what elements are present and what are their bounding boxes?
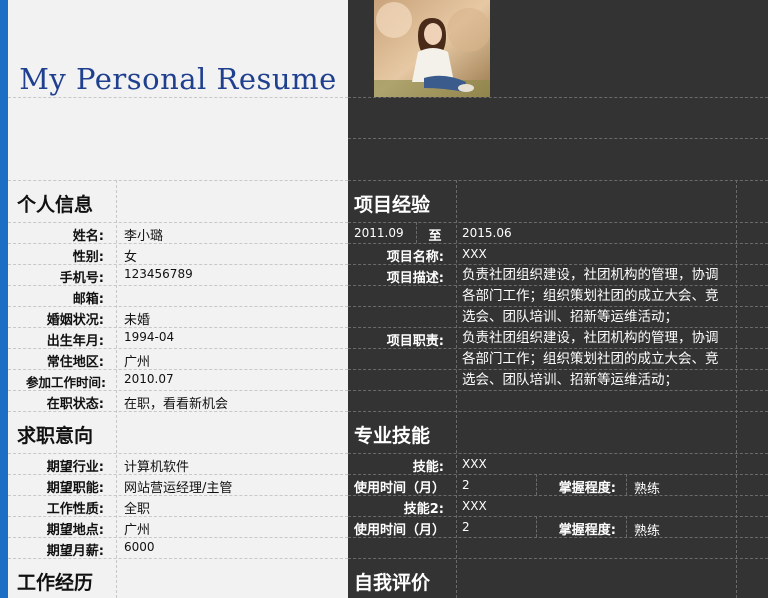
value-job-type[interactable]: 全职 xyxy=(124,498,150,517)
value-phone[interactable]: 123456789 xyxy=(124,267,193,281)
accent-strip xyxy=(0,0,8,598)
grid-line xyxy=(348,411,768,412)
label-email: 邮箱: xyxy=(72,292,104,307)
grid-line xyxy=(348,180,768,181)
grid-line xyxy=(348,453,768,454)
grid-line xyxy=(8,180,348,181)
desc-line: 负责社团组织建设，社团机构的管理，协调 xyxy=(462,267,719,283)
value-project-duty[interactable]: 负责社团组织建设，社团机构的管理，协调 各部门工作；组织策划社团的成立大会、竞 … xyxy=(462,328,762,391)
value-marital[interactable]: 未婚 xyxy=(124,309,150,328)
grid-line xyxy=(348,138,768,139)
duty-line: 负责社团组织建设，社团机构的管理，协调 xyxy=(462,330,719,346)
grid-line xyxy=(8,453,348,454)
value-project-desc[interactable]: 负责社团组织建设，社团机构的管理，协调 各部门工作；组织策划社团的成立大会、竞 … xyxy=(462,265,762,328)
section-personal-info: 个人信息 xyxy=(17,194,94,216)
label-job-type: 工作性质: xyxy=(46,502,104,517)
label-project-name: 项目名称: xyxy=(386,250,444,265)
grid-line xyxy=(8,222,348,223)
value-proficiency-2[interactable]: 熟练 xyxy=(634,520,660,539)
label-project-duty: 项目职责: xyxy=(386,334,444,349)
value-residence[interactable]: 广州 xyxy=(124,351,150,370)
label-job-status: 在职状态: xyxy=(46,397,104,412)
section-project-experience: 项目经验 xyxy=(354,194,431,216)
grid-line xyxy=(348,558,768,559)
section-self-evaluation: 自我评价 xyxy=(354,572,431,594)
project-start-date[interactable]: 2011.09 xyxy=(354,226,404,240)
label-birth: 出生年月: xyxy=(46,334,104,349)
value-gender[interactable]: 女 xyxy=(124,246,137,265)
label-skill-2: 技能2: xyxy=(403,502,444,517)
grid-line xyxy=(416,222,417,243)
grid-line xyxy=(626,516,627,537)
label-name: 姓名: xyxy=(72,229,104,244)
duty-line: 选会、团队培训、招新等运维活动； xyxy=(462,372,678,388)
value-project-name[interactable]: XXX xyxy=(462,247,487,261)
label-industry: 期望行业: xyxy=(46,460,104,475)
label-skill-1: 技能: xyxy=(412,460,444,475)
label-project-desc: 项目描述: xyxy=(386,271,444,286)
grid-line xyxy=(116,180,117,598)
grid-line xyxy=(456,180,457,598)
label-proficiency-2: 掌握程度: xyxy=(558,523,616,538)
left-column: My Personal Resume 个人信息 姓名: 李小璐 性别: 女 手机… xyxy=(8,0,348,598)
grid-line xyxy=(626,474,627,495)
value-proficiency-1[interactable]: 熟练 xyxy=(634,478,660,497)
section-work-history: 工作经历 xyxy=(17,572,94,594)
value-birth[interactable]: 1994-04 xyxy=(124,330,174,344)
value-location[interactable]: 广州 xyxy=(124,519,150,538)
section-job-intent: 求职意向 xyxy=(17,425,94,447)
value-name[interactable]: 李小璐 xyxy=(124,225,163,244)
value-skill-2[interactable]: XXX xyxy=(462,499,487,513)
label-usage-time-2: 使用时间（月） xyxy=(354,523,446,538)
value-work-start[interactable]: 2010.07 xyxy=(124,372,174,386)
label-work-start: 参加工作时间: xyxy=(26,375,106,390)
label-gender: 性别: xyxy=(72,250,104,265)
profile-photo xyxy=(374,0,490,97)
label-residence: 常住地区: xyxy=(46,355,104,370)
value-industry[interactable]: 计算机软件 xyxy=(124,456,189,475)
duty-line: 各部门工作；组织策划社团的成立大会、竞 xyxy=(462,351,719,367)
desc-line: 选会、团队培训、招新等运维活动； xyxy=(462,309,678,325)
grid-line xyxy=(348,97,768,98)
value-salary[interactable]: 6000 xyxy=(124,540,155,554)
grid-line xyxy=(348,222,768,223)
grid-line xyxy=(348,243,768,244)
label-proficiency-1: 掌握程度: xyxy=(558,481,616,496)
label-marital: 婚姻状况: xyxy=(46,313,104,328)
value-usage-time-2[interactable]: 2 xyxy=(462,520,470,534)
label-usage-time-1: 使用时间（月） xyxy=(354,481,446,496)
label-function: 期望职能: xyxy=(46,481,104,496)
grid-line xyxy=(8,97,348,98)
page-title: My Personal Resume xyxy=(19,62,337,96)
label-salary: 期望月薪: xyxy=(46,544,104,559)
project-end-date[interactable]: 2015.06 xyxy=(462,226,512,240)
value-job-status[interactable]: 在职，看看新机会 xyxy=(124,393,228,412)
label-location: 期望地点: xyxy=(46,523,104,538)
label-phone: 手机号: xyxy=(59,271,104,286)
section-skills: 专业技能 xyxy=(354,425,431,447)
value-function[interactable]: 网站营运经理/主管 xyxy=(124,477,232,496)
desc-line: 各部门工作；组织策划社团的成立大会、竞 xyxy=(462,288,719,304)
project-to-label: 至 xyxy=(428,229,442,244)
value-skill-1[interactable]: XXX xyxy=(462,457,487,471)
right-column: 项目经验 2011.09 至 2015.06 项目名称: XXX 项目描述: 负… xyxy=(348,0,768,598)
value-usage-time-1[interactable]: 2 xyxy=(462,478,470,492)
